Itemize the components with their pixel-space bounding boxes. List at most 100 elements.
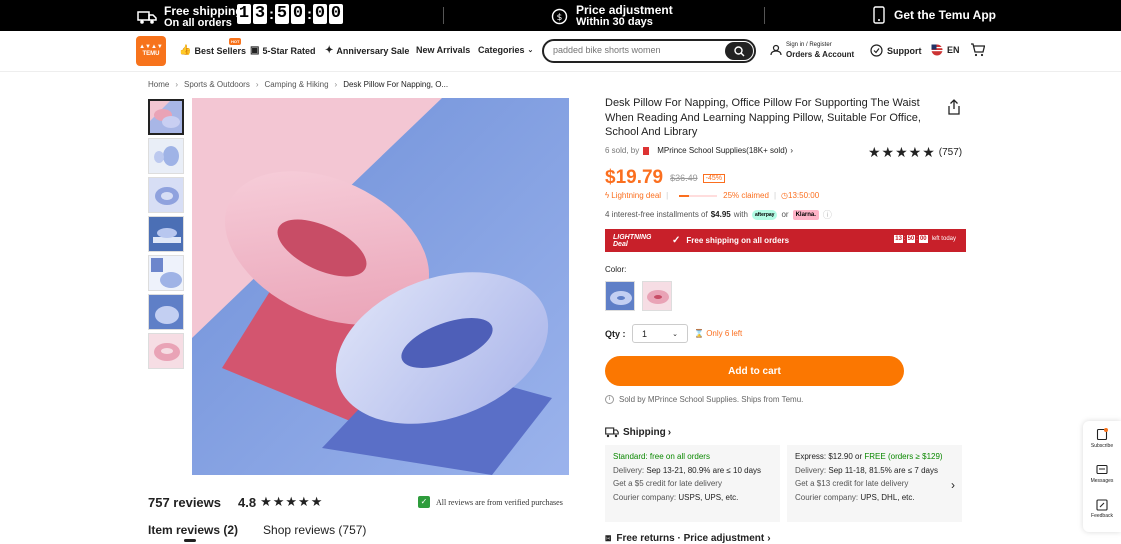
free-shipping-promo[interactable]: Free shipping On all orders (137, 5, 243, 29)
nav-best-sellers-label: Best Sellers (194, 45, 246, 56)
cart-button[interactable] (970, 43, 986, 62)
product-rating-count: (757) (938, 147, 963, 158)
nav-five-star[interactable]: ▣ 5-Star Rated (250, 45, 315, 56)
standard-shipping-card: Standard: free on all orders Delivery: S… (605, 445, 780, 522)
nav-anniversary-sale[interactable]: ✦ Anniversary Sale (325, 45, 409, 56)
get-app-label: Get the Temu App (894, 8, 996, 22)
on-all-orders-label: On all orders (164, 17, 232, 29)
product-rating[interactable]: ★★★★★ (757) (868, 144, 962, 161)
promo-countdown: 1 3 : 5 0 : 0 0 (237, 4, 345, 24)
breadcrumb-separator: › (175, 80, 179, 89)
hot-badge: HOT (229, 38, 242, 45)
standard-courier: USPS, UPS, etc. (678, 492, 739, 502)
verified-notice: ✓ All reviews are from verified purchase… (418, 496, 563, 508)
info-icon[interactable]: ⓘ (823, 208, 832, 221)
installments-label: 4 interest-free installments of (605, 210, 708, 219)
stock-warning: ⌛ Only 6 left (694, 329, 742, 338)
shipping-next-arrow[interactable]: › (951, 478, 955, 492)
floating-sidebar: Subscribe Messages Feedback (1083, 421, 1121, 532)
thumbnail-6[interactable] (148, 294, 184, 330)
price-adjustment-promo[interactable]: $ Price adjustment Within 30 days (551, 4, 673, 28)
within-days-label: Within 30 days (576, 16, 653, 28)
deal-timer: 13:50:00 (788, 191, 820, 200)
review-rating: 4.8 (238, 494, 257, 510)
chevron-right-icon: › (667, 427, 672, 438)
subscribe-button[interactable]: Subscribe (1083, 428, 1121, 449)
support-label: Support (887, 45, 922, 56)
search-button[interactable] (725, 42, 753, 60)
breadcrumb-sports[interactable]: Sports & Outdoors (184, 80, 250, 89)
feedback-label: Feedback (1091, 513, 1113, 519)
bell-icon (1096, 428, 1108, 441)
lightning-deal-label: Lightning deal (611, 191, 662, 200)
tab-item-reviews[interactable]: Item reviews (2) (148, 523, 238, 537)
breadcrumb-separator: › (334, 80, 338, 89)
nav-new-arrivals[interactable]: New Arrivals (416, 45, 470, 55)
claimed-progress-fill (679, 194, 689, 197)
sold-by-label: Sold by MPrince School Supplies. Ships f… (619, 395, 804, 404)
express-delivery: Sep 11-18, 81.5% are ≤ 7 days (828, 465, 939, 475)
messages-button[interactable]: Messages (1083, 464, 1121, 484)
get-app-link[interactable]: Get the Temu App (873, 6, 996, 24)
main-product-image[interactable] (192, 98, 569, 475)
countdown-digit: 0 (313, 4, 327, 24)
or-label: or (781, 210, 789, 219)
star-badge-icon: ▣ (250, 45, 260, 56)
seller-link[interactable]: MPrince School Supplies(18K+ sold) (657, 146, 787, 155)
free-returns-link[interactable]: ⧈ Free returns · Price adjustment › (605, 533, 771, 544)
thumbnail-5[interactable] (148, 255, 184, 291)
thumbnail-1[interactable] (148, 99, 184, 135)
price-adjustment-label: Price adjustment (576, 3, 673, 17)
quantity-select[interactable]: 1 ⌄ (632, 324, 688, 343)
truck-icon (605, 427, 619, 438)
installments-row: 4 interest-free installments of $4.95 wi… (605, 208, 832, 221)
quantity-label: Qty : (605, 329, 626, 339)
dollar-clock-icon: $ (551, 8, 568, 24)
swatch-pink[interactable] (642, 281, 672, 311)
original-price: $36.49 (670, 173, 698, 183)
chevron-down-icon: ⌄ (672, 330, 678, 338)
share-button[interactable] (947, 99, 961, 120)
price-row: $19.79 $36.49 -45% (605, 167, 725, 189)
logo-glyphs: ▲▼▲▼ (139, 44, 163, 50)
tab-shop-reviews[interactable]: Shop reviews (757) (263, 523, 366, 537)
shipping-heading[interactable]: Shipping › (605, 427, 671, 438)
thumbnail-7[interactable] (148, 333, 184, 369)
search-icon (733, 45, 744, 56)
with-label: with (733, 210, 748, 219)
timer-hours: 13 (894, 235, 903, 243)
account-menu[interactable]: Sign in / Register Orders & Account (770, 41, 854, 59)
swatch-blue[interactable] (605, 281, 635, 311)
lightning-deal-banner: LIGHTNING Deal ✓ Free shipping on all or… (605, 229, 966, 252)
express-courier: UPS, DHL, etc. (860, 492, 915, 502)
share-icon (948, 99, 960, 115)
separator: | (666, 191, 669, 200)
breadcrumb-home[interactable]: Home (148, 80, 169, 89)
feedback-button[interactable]: Feedback (1083, 499, 1121, 519)
search-input[interactable] (553, 45, 723, 55)
countdown-colon: : (269, 5, 274, 23)
add-to-cart-button[interactable]: Add to cart (605, 356, 904, 386)
chevron-down-icon: ⌄ (527, 47, 534, 54)
countdown-digit: 0 (329, 4, 343, 24)
express-free: FREE (orders ≥ $129) (864, 452, 943, 461)
klarna-logo[interactable]: Klarna. (792, 209, 819, 220)
nav-best-sellers[interactable]: 👍 Best Sellers HOT (179, 38, 246, 56)
support-link[interactable]: Support (870, 44, 922, 57)
timer-seconds: 00 (918, 235, 928, 243)
thumbnail-2[interactable] (148, 138, 184, 174)
countdown-digit: 1 (237, 4, 251, 24)
afterpay-logo[interactable]: afterpay (751, 209, 778, 220)
language-selector[interactable]: EN (931, 44, 960, 56)
banner-timer: 13: 50: 00 left today (894, 235, 956, 243)
standard-delivery: Sep 13-21, 80.9% are ≤ 10 days (646, 465, 762, 475)
thumbnail-4[interactable] (148, 216, 184, 252)
thumbnail-3[interactable] (148, 177, 184, 213)
product-stars: ★★★★★ (868, 144, 936, 160)
sign-in-label: Sign in / Register (786, 42, 832, 48)
breadcrumb-camping[interactable]: Camping & Hiking (265, 80, 329, 89)
courier-label: Courier company: (795, 492, 859, 502)
nav-categories[interactable]: Categories ⌄ (478, 45, 533, 55)
temu-logo[interactable]: ▲▼▲▼ TEMU (136, 36, 166, 66)
info-icon: i (605, 395, 614, 404)
